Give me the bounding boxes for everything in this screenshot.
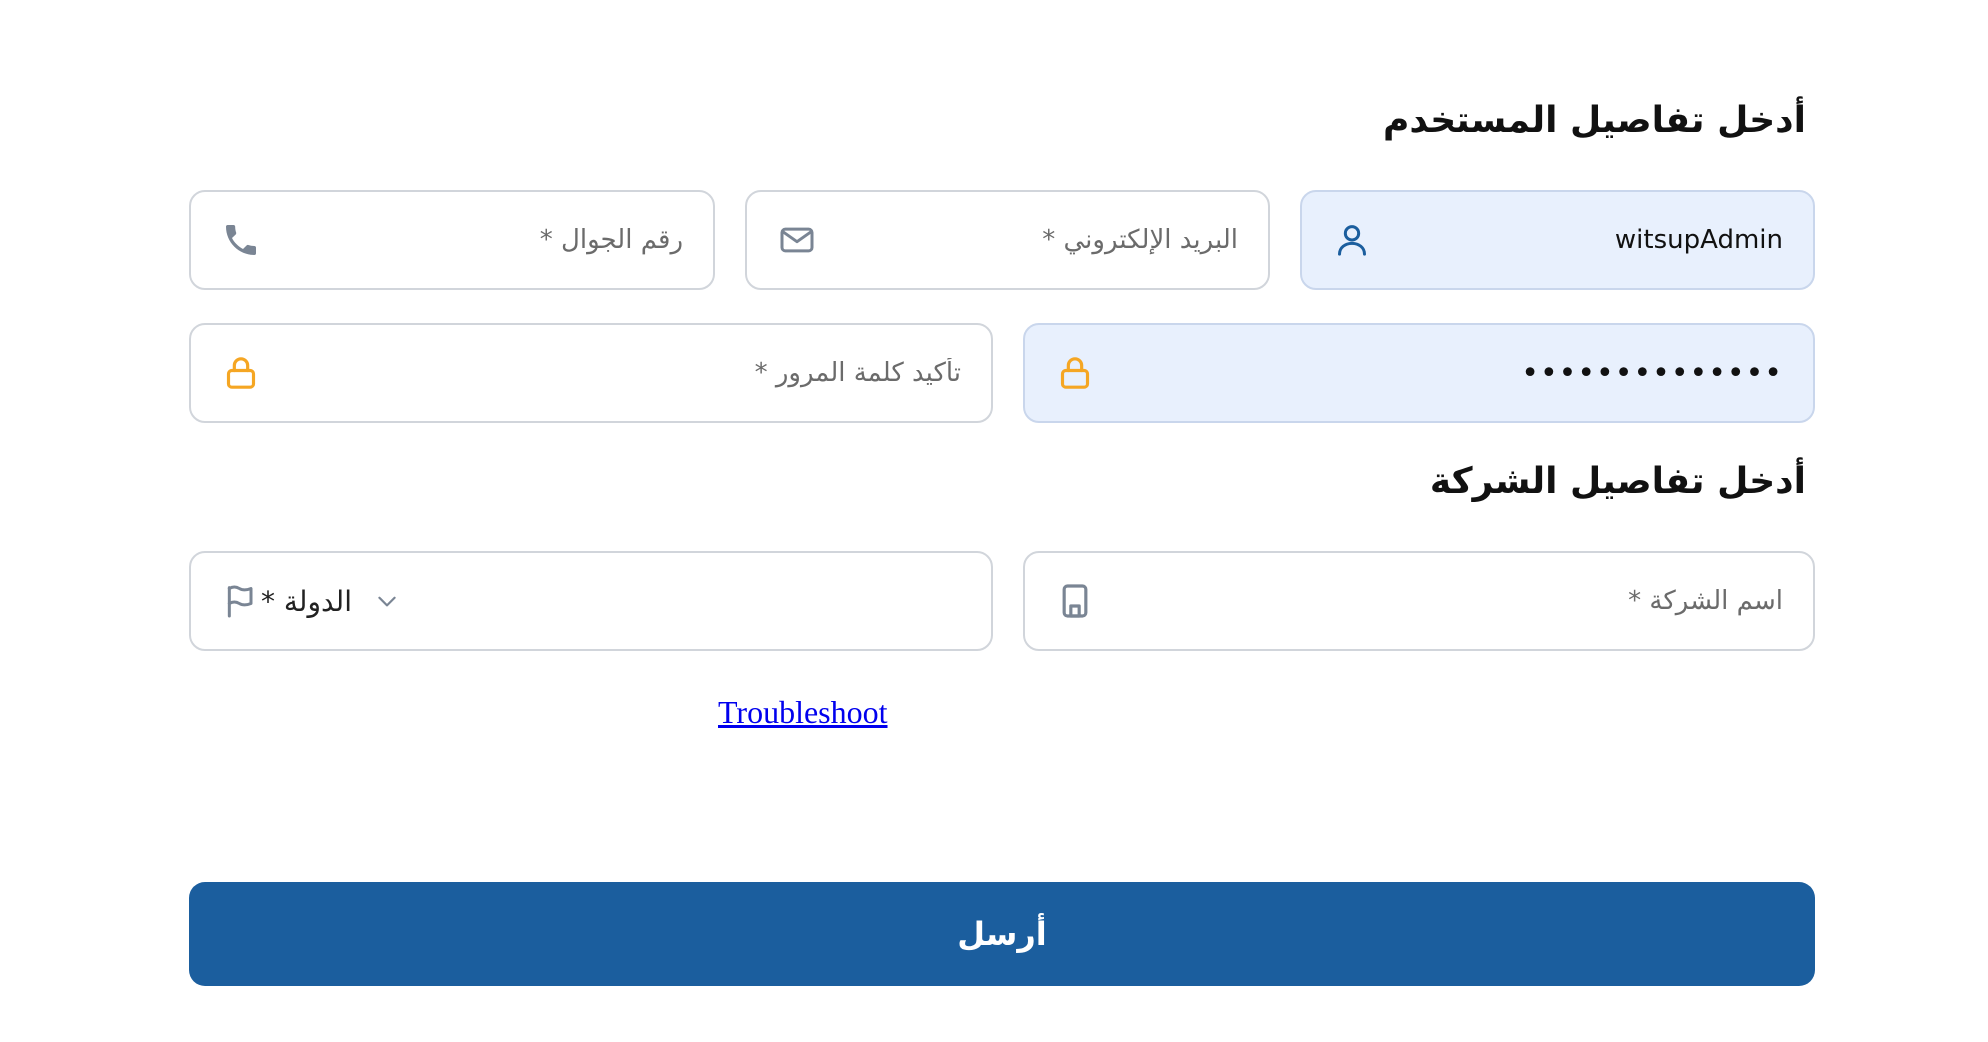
company-name-input[interactable] xyxy=(1095,586,1783,616)
username-input[interactable] xyxy=(1372,225,1783,255)
lock-icon xyxy=(221,353,261,393)
flag-icon xyxy=(221,581,261,621)
user-icon xyxy=(1332,220,1372,260)
confirm-password-field[interactable] xyxy=(189,323,993,423)
email-input[interactable] xyxy=(817,225,1238,255)
mail-icon xyxy=(777,220,817,260)
phone-icon xyxy=(221,220,261,260)
building-icon xyxy=(1055,581,1095,621)
troubleshoot-link[interactable]: Troubleshoot xyxy=(718,694,888,731)
company-details-heading: أدخل تفاصيل الشركة xyxy=(1429,461,1806,502)
submit-button[interactable]: أرسل xyxy=(189,882,1815,986)
country-select-value: الدولة * xyxy=(261,584,352,618)
user-details-heading: أدخل تفاصيل المستخدم xyxy=(1383,100,1806,141)
password-field[interactable] xyxy=(1023,323,1815,423)
email-field[interactable] xyxy=(745,190,1270,290)
phone-input[interactable] xyxy=(261,225,683,255)
confirm-password-input[interactable] xyxy=(261,358,961,388)
lock-icon xyxy=(1055,353,1095,393)
password-input[interactable] xyxy=(1095,355,1783,391)
country-select-value-box[interactable]: الدولة * xyxy=(261,585,961,618)
chevron-down-icon xyxy=(374,588,400,614)
phone-field[interactable] xyxy=(189,190,715,290)
company-name-field[interactable] xyxy=(1023,551,1815,651)
username-field[interactable] xyxy=(1300,190,1815,290)
country-select[interactable]: الدولة * xyxy=(189,551,993,651)
